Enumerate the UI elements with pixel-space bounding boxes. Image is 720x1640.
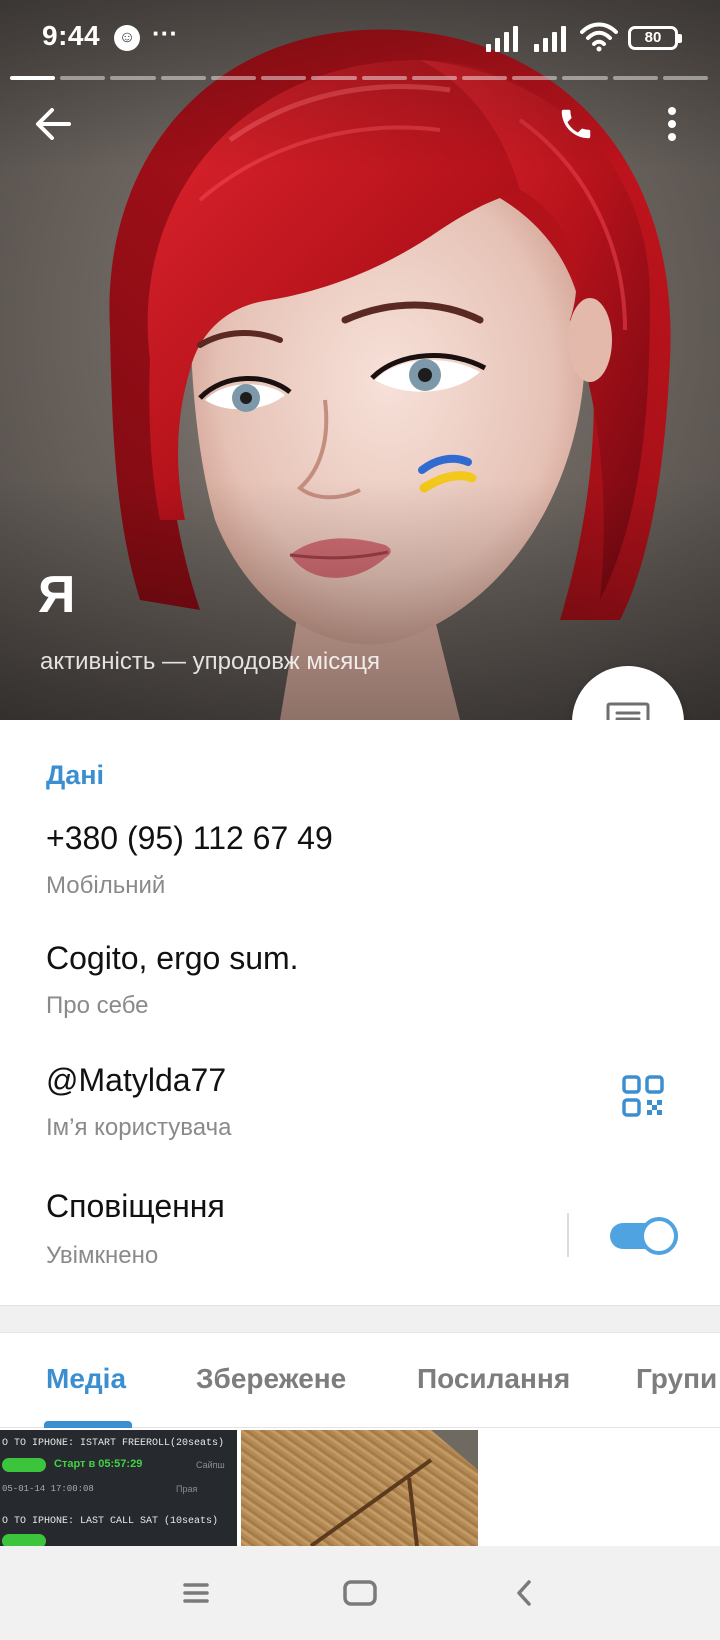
notifications-status: Увімкнено <box>46 1242 159 1269</box>
vertical-divider <box>567 1213 569 1257</box>
status-bar: 9:44 ☺ ··· 80 <box>0 0 720 78</box>
signal-icon <box>534 26 566 52</box>
phone-number[interactable]: +380 (95) 112 67 49 <box>46 820 333 857</box>
story-segment <box>210 76 257 80</box>
tab-active-indicator <box>44 1421 132 1428</box>
story-segment <box>512 76 558 80</box>
battery-indicator: 80 <box>628 26 682 50</box>
story-segment <box>160 76 206 80</box>
thumb-text: 05-01-14 17:00:08 <box>2 1484 94 1494</box>
media-grid: O TO IPHONE: ISTART FREEROLL(20seats) Ст… <box>0 1430 720 1546</box>
profile-last-seen: активність — упродовж місяця <box>40 648 380 675</box>
toggle-knob <box>640 1217 678 1255</box>
back-button[interactable] <box>26 96 82 152</box>
tab-media[interactable]: Медіа <box>46 1363 126 1395</box>
story-segment <box>261 76 307 80</box>
system-back-button[interactable] <box>496 1568 552 1618</box>
recent-apps-button[interactable] <box>168 1568 224 1618</box>
username[interactable]: @Matylda77 <box>46 1062 226 1099</box>
system-navigation-bar <box>0 1546 720 1640</box>
story-segment <box>662 76 709 80</box>
story-segment <box>60 76 106 80</box>
story-segment <box>461 76 508 80</box>
story-segment <box>612 76 658 80</box>
story-segment <box>311 76 357 80</box>
story-segment <box>411 76 457 80</box>
profile-photo[interactable]: 9:44 ☺ ··· 80 Я активність — упродовж мі… <box>0 0 720 720</box>
photo-preview <box>309 1430 478 1546</box>
story-progress <box>10 76 709 80</box>
story-segment <box>562 76 608 80</box>
thumb-text: Прaя <box>176 1484 198 1494</box>
bio-label: Про себе <box>46 992 149 1019</box>
thumb-text: O TO IPHONE: ISTART FREEROLL(20seats) <box>2 1438 225 1449</box>
phone-icon <box>561 109 591 139</box>
section-title-info: Дані <box>46 760 105 790</box>
status-time: 9:44 <box>42 20 101 51</box>
media-thumbnail[interactable]: O TO IPHONE: ISTART FREEROLL(20seats) Ст… <box>0 1430 237 1546</box>
story-segment <box>110 76 156 80</box>
story-segment <box>10 76 56 80</box>
qr-code-icon <box>622 1075 664 1117</box>
notifications-title[interactable]: Сповіщення <box>46 1188 225 1225</box>
thumb-pill <box>2 1458 46 1472</box>
media-tabs: Медіа Збережене Посилання Групи <box>0 1333 720 1428</box>
thumb-text: Сайпш <box>196 1460 225 1470</box>
home-square-icon <box>343 1580 377 1606</box>
thumb-text: Старт в 05:57:29 <box>54 1458 143 1470</box>
call-button[interactable] <box>548 96 604 152</box>
vertical-dots-icon <box>668 107 676 141</box>
wifi-icon <box>580 22 618 52</box>
menu-lines-icon <box>183 1583 209 1603</box>
status-overflow-dots: ··· <box>152 18 178 48</box>
tab-saved[interactable]: Збережене <box>196 1363 346 1395</box>
tab-links[interactable]: Посилання <box>417 1363 570 1395</box>
home-button[interactable] <box>332 1568 388 1618</box>
chevron-left-icon <box>517 1580 531 1606</box>
section-separator <box>0 1305 720 1333</box>
media-thumbnail[interactable] <box>241 1430 478 1546</box>
info-section: Дані +380 (95) 112 67 49 Мобільний Cogit… <box>0 720 720 1305</box>
qr-code-button[interactable] <box>622 1075 672 1125</box>
tab-groups[interactable]: Групи <box>636 1363 717 1395</box>
story-segment <box>361 76 407 80</box>
laughing-face-icon: ☺ <box>114 25 140 51</box>
notifications-toggle[interactable] <box>610 1213 678 1257</box>
profile-name: Я <box>38 566 76 624</box>
signal-icon <box>486 26 518 52</box>
username-label: Ім’я користувача <box>46 1114 232 1141</box>
thumb-text: O TO IPHONE: LAST CALL SAT (10seats) <box>2 1516 219 1527</box>
more-options-button[interactable] <box>644 96 700 152</box>
arrow-left-icon <box>36 108 71 140</box>
profile-screen: 9:44 ☺ ··· 80 Я активність — упродовж мі… <box>0 0 720 1640</box>
thumb-pill <box>2 1534 46 1546</box>
phone-label: Мобільний <box>46 872 166 899</box>
bio-text[interactable]: Cogito, ergo sum. <box>46 940 299 977</box>
